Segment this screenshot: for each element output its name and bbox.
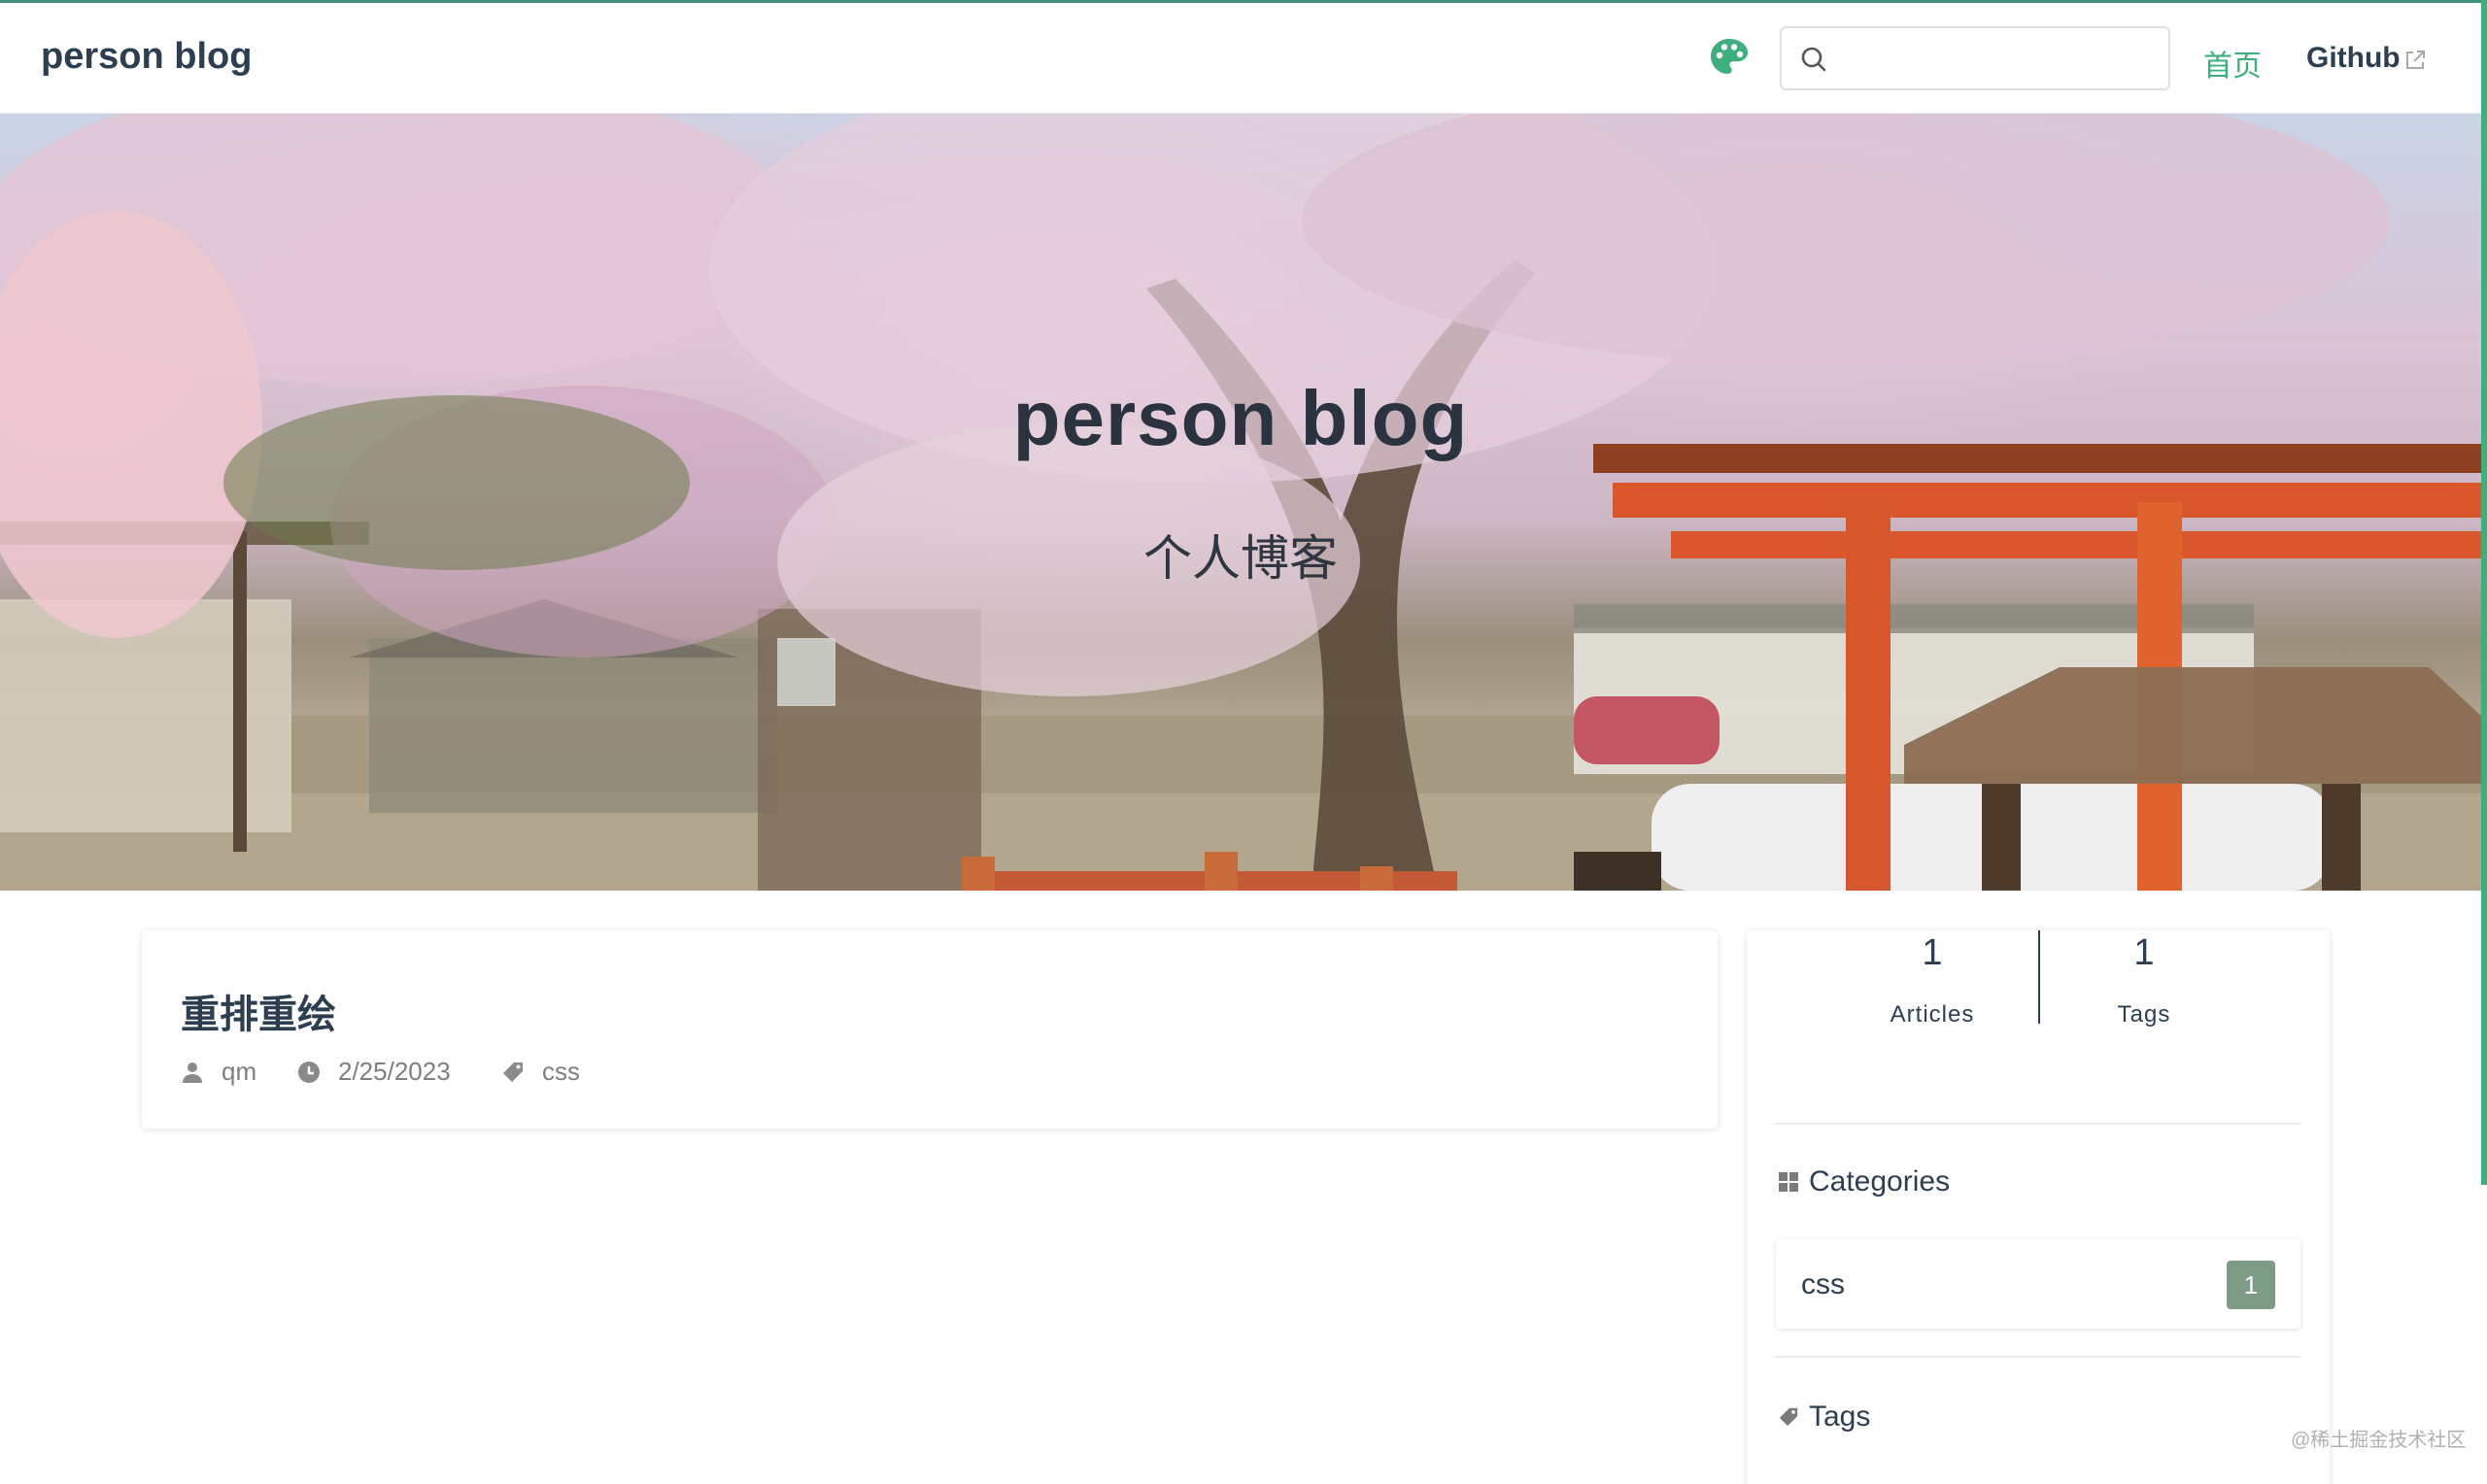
hero-banner: person blog 个人博客 (0, 114, 2481, 891)
article-tag-label[interactable]: css (542, 1057, 580, 1087)
tags-title: Tags (1809, 1400, 1871, 1433)
stat-articles-value: 1 (1922, 932, 1943, 973)
stat-articles-label: Articles (1890, 1001, 1975, 1028)
clock-icon (298, 1061, 320, 1083)
category-item[interactable]: css 1 (1776, 1239, 2300, 1329)
category-name[interactable]: css (1801, 1268, 1845, 1301)
search-icon (1801, 47, 1826, 72)
stat-articles[interactable]: 1 Articles (1830, 930, 2034, 1029)
sidebar-divider (1776, 1123, 2300, 1125)
tag-icon (1779, 1407, 1798, 1427)
sidebar-card: 1 Articles 1 Tags Categories css 1 Tags (1747, 930, 2330, 1484)
hero-subtitle: 个人博客 (1143, 531, 1338, 586)
page: person blog 首页 Github person blog 个人博客 重… (0, 0, 2487, 1484)
categories-title: Categories (1809, 1165, 1951, 1197)
article-card[interactable]: 重排重绘 qm 2/25/2023 css (142, 930, 1718, 1129)
hero-title: person blog (1012, 375, 1469, 461)
palette-icon[interactable] (1708, 36, 1751, 79)
article-tag[interactable]: css (501, 1057, 580, 1087)
scroll-indicator[interactable] (2481, 0, 2487, 1185)
watermark: @稀土掘金技术社区 (2291, 1430, 2467, 1451)
user-icon (183, 1062, 202, 1083)
stat-tags-value: 1 (2133, 932, 2155, 973)
categories-heading: Categories (1778, 1165, 1950, 1198)
article-title-link[interactable]: 重排重绘 (181, 983, 336, 1039)
search-box[interactable] (1780, 26, 2170, 90)
article-author: qm (181, 1057, 256, 1087)
stat-tags[interactable]: 1 Tags (2042, 930, 2246, 1029)
hero-background-image (0, 114, 2481, 891)
search-input[interactable] (1840, 36, 2151, 81)
external-link-icon (2406, 51, 2425, 69)
nav-link-github[interactable]: Github (2306, 42, 2401, 75)
tags-heading: Tags (1778, 1400, 1870, 1433)
stat-divider (2038, 930, 2040, 1024)
grid-icon (1779, 1172, 1798, 1192)
tag-icon (503, 1062, 523, 1082)
category-count-badge: 1 (2227, 1261, 2275, 1309)
article-date: 2/25/2023 (297, 1057, 451, 1087)
stat-tags-label: Tags (2117, 1001, 2171, 1028)
article-date-text: 2/25/2023 (338, 1057, 451, 1086)
site-name-link[interactable]: person blog (41, 36, 252, 78)
sidebar-divider (1776, 1356, 2300, 1358)
navbar: person blog 首页 Github (0, 3, 2481, 114)
article-author-name: qm (221, 1057, 257, 1086)
nav-link-home[interactable]: 首页 (2203, 42, 2262, 84)
